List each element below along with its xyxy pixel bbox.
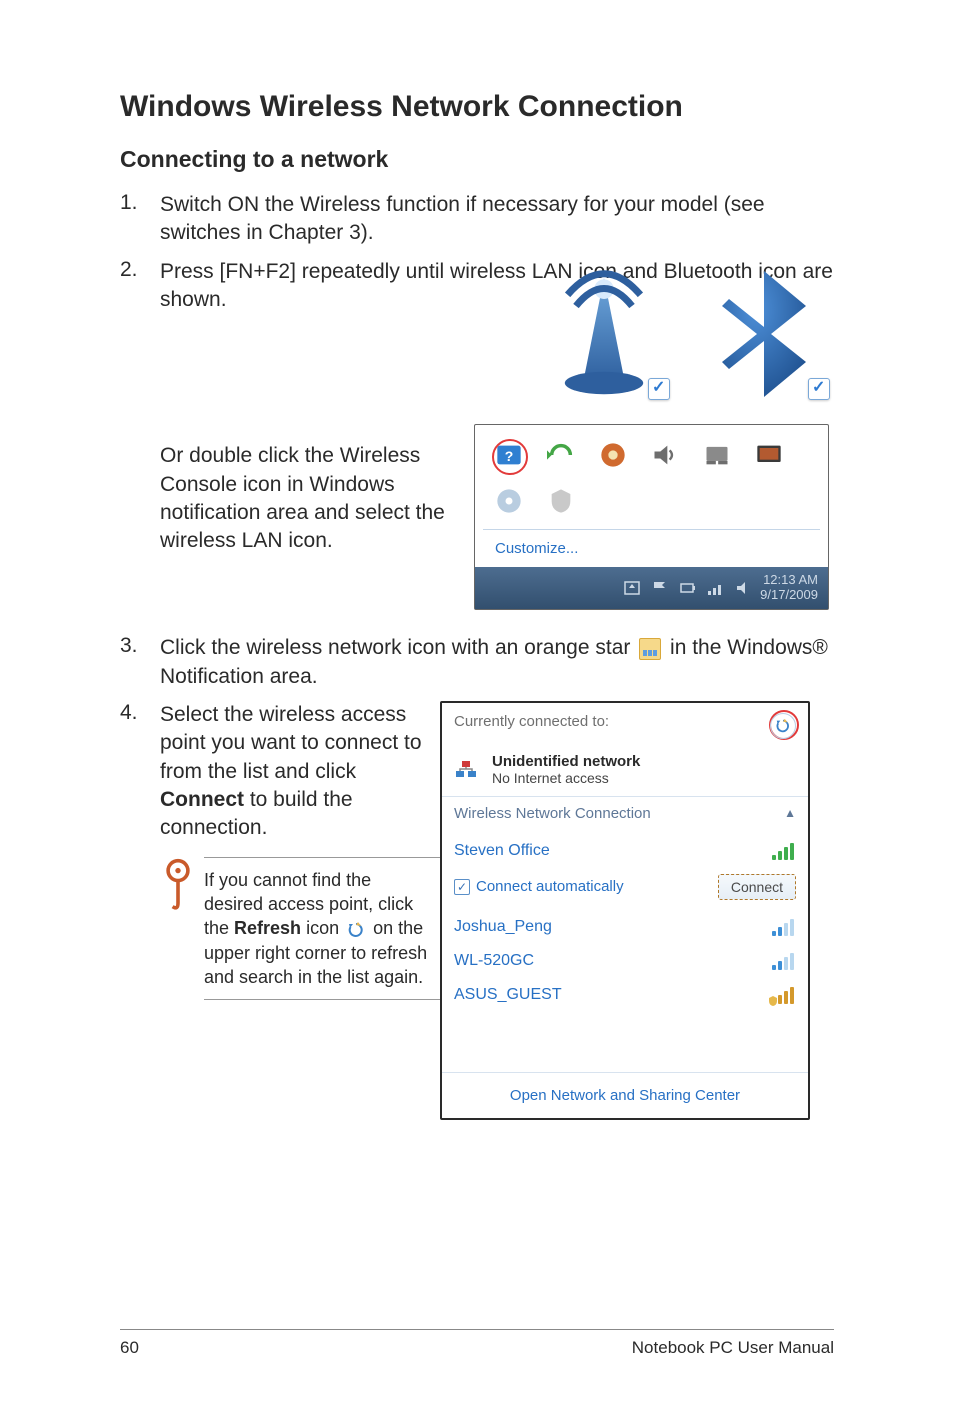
wifi-connect-row: Connect automatically Connect	[454, 868, 796, 910]
wifi-item[interactable]: Steven Office	[454, 834, 796, 868]
wifi-item[interactable]: WL-520GC	[454, 944, 796, 978]
open-network-center-link[interactable]: Open Network and Sharing Center	[442, 1072, 808, 1118]
footer-title: Notebook PC User Manual	[632, 1338, 834, 1358]
tip-icon	[160, 857, 204, 1000]
wifi-section-header[interactable]: Wireless Network Connection ▲	[442, 796, 808, 830]
power-icon[interactable]	[599, 441, 627, 469]
display-icon[interactable]	[755, 441, 783, 469]
check-icon	[808, 378, 830, 400]
network-tray-icon[interactable]	[706, 579, 726, 597]
page-footer: 60 Notebook PC User Manual	[120, 1329, 834, 1358]
step-number: 2.	[120, 258, 160, 315]
wifi-flyout-panel: Currently connected to: Unidentified net…	[440, 701, 810, 1120]
connect-button[interactable]: Connect	[718, 874, 796, 900]
taskbar-clock[interactable]: 12:13 AM 9/17/2009	[760, 573, 818, 603]
mode-icon[interactable]	[547, 441, 575, 469]
tray-expand-icon[interactable]	[622, 579, 642, 597]
flag-icon[interactable]	[650, 579, 670, 597]
current-connection: Unidentified network No Internet access	[442, 749, 808, 796]
customize-link[interactable]: Customize...	[485, 538, 818, 567]
step-number: 3.	[120, 634, 160, 691]
shield-icon	[768, 996, 778, 1006]
network-name: Unidentified network	[492, 753, 640, 770]
volume-icon[interactable]	[651, 441, 679, 469]
security-icon[interactable]	[547, 487, 575, 515]
tip-text: If you cannot find the desired access po…	[204, 868, 440, 989]
page-number: 60	[120, 1338, 139, 1358]
tip-callout: If you cannot find the desired access po…	[160, 857, 440, 1000]
refresh-icon	[347, 921, 365, 939]
check-icon	[648, 378, 670, 400]
step-number: 4.	[120, 701, 160, 843]
signal-icon	[772, 952, 796, 970]
network-status-icon	[454, 755, 482, 783]
chevron-up-icon: ▲	[784, 806, 796, 820]
auto-connect-checkbox[interactable]	[454, 879, 470, 895]
section-subtitle: Connecting to a network	[120, 146, 834, 173]
taskbar: 12:13 AM 9/17/2009	[475, 567, 828, 609]
signal-icon	[772, 986, 796, 1004]
signal-icon	[772, 918, 796, 936]
wireless-star-icon	[639, 638, 661, 660]
step-4: 4. Select the wireless access point you …	[120, 701, 440, 843]
connected-label: Currently connected to:	[454, 713, 760, 730]
step-text: Select the wireless access point you wan…	[160, 701, 440, 843]
bluetooth-on-icon	[694, 264, 834, 404]
step-3: 3. Click the wireless network icon with …	[120, 634, 834, 691]
wlan-on-icon	[534, 264, 674, 404]
page-title: Windows Wireless Network Connection	[120, 90, 834, 124]
step-text: Switch ON the Wireless function if neces…	[160, 191, 834, 248]
wifi-item[interactable]: ASUS_GUEST	[454, 978, 796, 1012]
step-1: 1. Switch ON the Wireless function if ne…	[120, 191, 834, 248]
volume-tray-icon[interactable]	[734, 579, 754, 597]
battery-icon[interactable]	[678, 579, 698, 597]
notification-tray-panel: ? Customize... 12:	[474, 424, 829, 610]
step-2-alt: Or double click the Wireless Console ico…	[160, 442, 454, 555]
wifi-item[interactable]: Joshua_Peng	[454, 910, 796, 944]
step-text: Click the wireless network icon with an …	[160, 634, 834, 691]
disk-icon[interactable]	[495, 487, 523, 515]
signal-icon	[772, 842, 796, 860]
network-status: No Internet access	[492, 770, 640, 786]
refresh-button[interactable]	[770, 713, 796, 739]
step-number: 1.	[120, 191, 160, 248]
touchpad-icon[interactable]	[703, 441, 731, 469]
